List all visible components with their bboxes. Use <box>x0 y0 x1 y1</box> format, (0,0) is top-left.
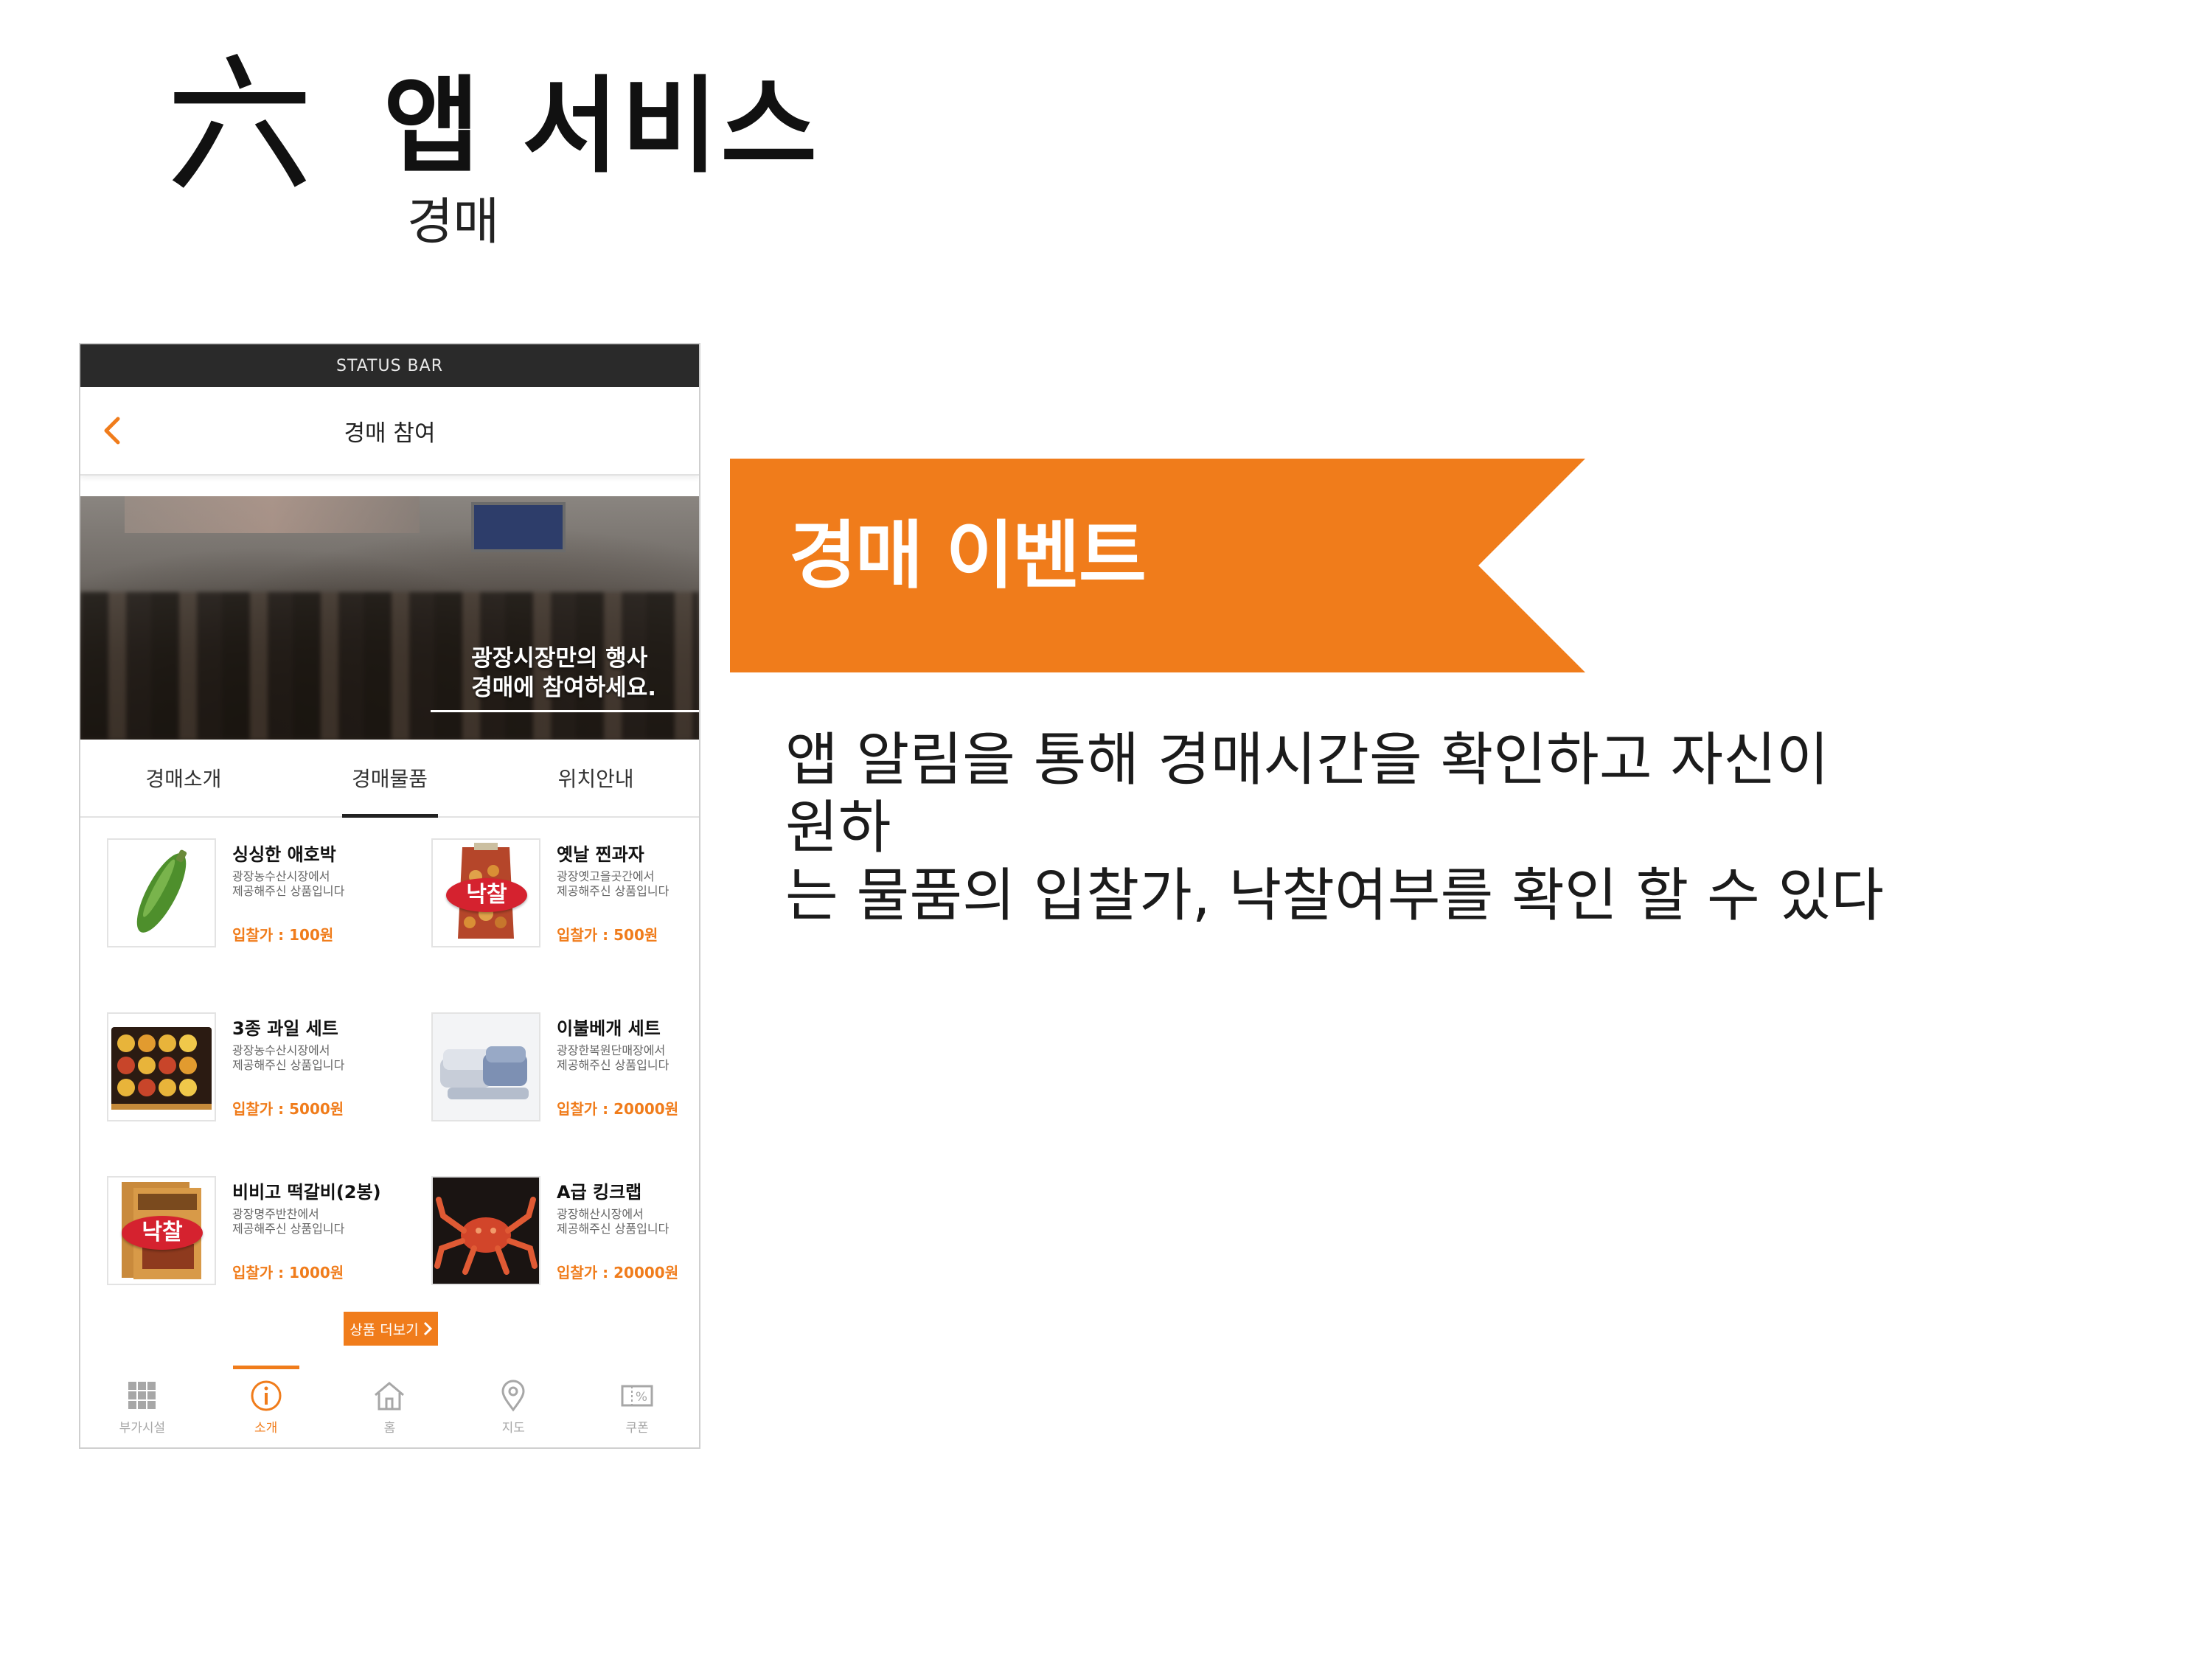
tab-auction-intro[interactable]: 경매소개 <box>80 740 287 816</box>
banner-caption-line2: 경매에 참여하세요. <box>471 675 656 701</box>
product-thumbnail: 낙찰 <box>107 1176 216 1285</box>
product-card[interactable]: 낙찰 옛날 찐과자 광장옛고을곳간에서 제공해주신 상품입니다 입찰가 : 50… <box>431 838 699 956</box>
event-ribbon: 경매 이벤트 <box>730 459 1585 672</box>
product-price: 입찰가 : 20000원 <box>557 1264 679 1281</box>
product-desc-line1: 광장명주반찬에서 <box>232 1207 319 1221</box>
header-title: 경매 참여 <box>344 420 436 447</box>
nav-item-facilities[interactable]: 부가시설 <box>80 1366 204 1447</box>
more-products-label: 상품 더보기 <box>349 1321 419 1338</box>
description-line2: 는 물품의 입찰가, 낙찰여부를 확인 할 수 있다 <box>785 863 1885 929</box>
product-description: 광장농수산시장에서 제공해주신 상품입니다 <box>232 869 409 899</box>
product-price: 입찰가 : 500원 <box>557 926 658 944</box>
product-thumbnail <box>431 1176 540 1285</box>
home-icon <box>375 1382 405 1411</box>
fruit-box-image <box>111 1027 212 1110</box>
product-description: 광장명주반찬에서 제공해주신 상품입니다 <box>232 1207 409 1237</box>
product-card[interactable]: 3종 과일 세트 광장농수산시장에서 제공해주신 상품입니다 입찰가 : 500… <box>107 1012 402 1130</box>
tab-auction-items[interactable]: 경매물품 <box>287 740 493 816</box>
product-name: 옛날 찐과자 <box>557 844 644 865</box>
product-desc-line1: 광장옛고을곳간에서 <box>557 869 655 883</box>
bedding-image <box>433 1014 539 1120</box>
product-name: 3종 과일 세트 <box>232 1018 338 1039</box>
product-desc-line1: 광장농수산시장에서 <box>232 1043 330 1057</box>
banner-underline <box>431 710 699 712</box>
grid-icon <box>128 1382 156 1409</box>
product-description: 광장한복원단매장에서 제공해주신 상품입니다 <box>557 1043 699 1073</box>
feature-description: 앱 알림을 통해 경매시간을 확인하고 자신이 원하 는 물품의 입찰가, 낙찰… <box>785 726 1891 930</box>
product-name: A급 킹크랩 <box>557 1182 642 1203</box>
product-desc-line2: 제공해주신 상품입니다 <box>232 1222 345 1236</box>
nav-label: 쿠폰 <box>625 1421 649 1436</box>
product-desc-line2: 제공해주신 상품입니다 <box>557 1222 669 1236</box>
chevron-right-icon <box>423 1321 432 1336</box>
product-price: 입찰가 : 100원 <box>232 926 334 944</box>
back-button[interactable] <box>94 412 131 449</box>
nav-item-home[interactable]: 홈 <box>328 1366 452 1447</box>
product-desc-line1: 광장해산시장에서 <box>557 1207 644 1221</box>
product-desc-line1: 광장한복원단매장에서 <box>557 1043 666 1057</box>
tab-location[interactable]: 위치안내 <box>493 740 699 816</box>
event-banner[interactable]: 광장시장만의 행사 경매에 참여하세요. <box>80 496 699 740</box>
sold-badge: 낙찰 <box>446 878 527 912</box>
description-line1: 앱 알림을 통해 경매시간을 확인하고 자신이 원하 <box>785 727 1829 861</box>
product-name: 이불베개 세트 <box>557 1018 661 1039</box>
king-crab-image <box>433 1178 539 1284</box>
product-thumbnail <box>431 1012 540 1121</box>
ribbon-label: 경매 이벤트 <box>789 512 1147 599</box>
more-products-button[interactable]: 상품 더보기 <box>344 1312 438 1346</box>
zucchini-image <box>136 849 187 933</box>
product-price: 입찰가 : 1000원 <box>232 1264 344 1281</box>
product-card[interactable]: 이불베개 세트 광장한복원단매장에서 제공해주신 상품입니다 입찰가 : 200… <box>431 1012 699 1130</box>
nav-label: 부가시설 <box>119 1421 166 1436</box>
sold-badge: 낙찰 <box>122 1216 203 1250</box>
product-card[interactable]: 싱싱한 애호박 광장농수산시장에서 제공해주신 상품입니다 입찰가 : 100원 <box>107 838 402 956</box>
product-desc-line1: 광장농수산시장에서 <box>232 869 330 883</box>
product-thumbnail: 낙찰 <box>431 838 540 947</box>
nav-label: 소개 <box>254 1421 278 1436</box>
tab-bar: 경매소개 경매물품 위치안내 <box>80 740 699 818</box>
product-desc-line2: 제공해주신 상품입니다 <box>557 884 669 898</box>
slide-subtitle: 경매 <box>407 193 500 251</box>
product-desc-line2: 제공해주신 상품입니다 <box>232 884 345 898</box>
chevron-left-icon <box>104 417 120 445</box>
nav-item-map[interactable]: 지도 <box>451 1366 575 1447</box>
slide-numeral: 六 <box>166 41 314 212</box>
app-header: 경매 참여 <box>80 387 699 476</box>
product-name: 싱싱한 애호박 <box>232 844 336 865</box>
info-icon <box>251 1380 282 1411</box>
product-thumbnail <box>107 1012 216 1121</box>
map-pin-icon <box>501 1380 525 1412</box>
coupon-icon: % <box>621 1385 653 1407</box>
product-desc-line2: 제공해주신 상품입니다 <box>557 1058 669 1072</box>
product-price: 입찰가 : 5000원 <box>232 1100 344 1118</box>
nav-label: 지도 <box>501 1421 525 1436</box>
product-card[interactable]: A급 킹크랩 광장해산시장에서 제공해주신 상품입니다 입찰가 : 20000원 <box>431 1176 699 1294</box>
nav-item-coupon[interactable]: % 쿠폰 <box>575 1366 699 1447</box>
svg-text:%: % <box>636 1390 647 1405</box>
product-thumbnail <box>107 838 216 947</box>
product-name: 비비고 떡갈비(2봉) <box>232 1182 381 1203</box>
product-desc-line2: 제공해주신 상품입니다 <box>232 1058 345 1072</box>
banner-photo-sign <box>471 502 566 552</box>
banner-photo-roof <box>125 496 420 533</box>
product-description: 광장농수산시장에서 제공해주신 상품입니다 <box>232 1043 409 1073</box>
status-bar: STATUS BAR <box>80 344 699 387</box>
product-price: 입찰가 : 20000원 <box>557 1100 679 1118</box>
phone-mockup: STATUS BAR 경매 참여 광장시장만의 행사 경매에 참여하세요. 경매… <box>79 343 700 1449</box>
bottom-nav: 부가시설 소개 홈 지도 % 쿠폰 <box>80 1366 699 1447</box>
banner-caption: 광장시장만의 행사 경매에 참여하세요. <box>471 644 656 703</box>
nav-label: 홈 <box>383 1421 396 1436</box>
slide-title: 앱 서비스 <box>383 65 820 187</box>
product-description: 광장해산시장에서 제공해주신 상품입니다 <box>557 1207 699 1237</box>
product-description: 광장옛고을곳간에서 제공해주신 상품입니다 <box>557 869 699 899</box>
nav-item-intro[interactable]: 소개 <box>204 1366 328 1447</box>
banner-caption-line1: 광장시장만의 행사 <box>471 645 648 672</box>
product-card[interactable]: 낙찰 비비고 떡갈비(2봉) 광장명주반찬에서 제공해주신 상품입니다 입찰가 … <box>107 1176 402 1294</box>
